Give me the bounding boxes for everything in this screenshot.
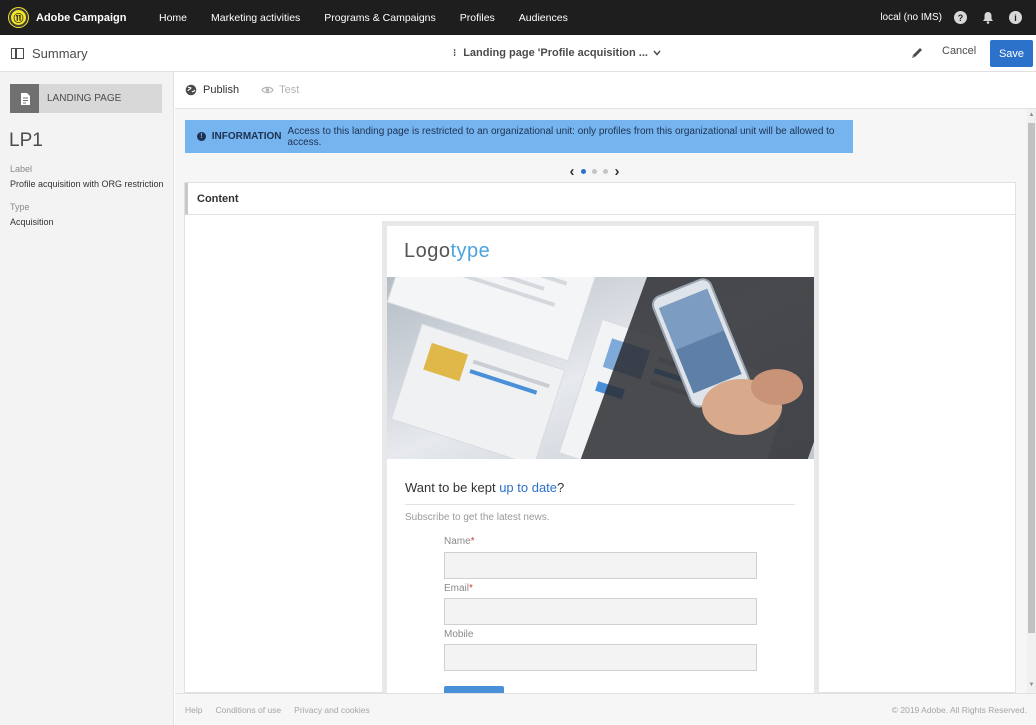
name-field[interactable]: [444, 552, 757, 579]
environment-label[interactable]: local (no IMS): [880, 12, 942, 23]
info-message: Access to this landing page is restricte…: [287, 125, 835, 148]
nav-item-audiences[interactable]: Audiences: [519, 12, 568, 24]
nav-item-marketing-activities[interactable]: Marketing activities: [211, 12, 300, 24]
email-field[interactable]: [444, 598, 757, 625]
test-label: Test: [279, 84, 300, 96]
heading-end: ?: [557, 480, 565, 495]
name-label-text: Name: [444, 536, 471, 547]
summary-toggle[interactable]: Summary: [11, 46, 88, 61]
mobile-label-text: Mobile: [444, 629, 474, 640]
globe-icon: [185, 84, 197, 96]
user-avatar-icon[interactable]: i: [1009, 11, 1022, 24]
info-title: INFORMATION: [211, 131, 282, 142]
page-header: Summary ⁝ Landing page 'Profile acquisit…: [0, 35, 1036, 72]
type-label: LANDING PAGE: [47, 93, 122, 104]
eye-icon: [261, 84, 274, 96]
preview-canvas: Logotype Want to be kept up to date? Sub…: [387, 226, 814, 693]
email-field-label: Email*: [444, 583, 473, 594]
hero-image: [387, 277, 814, 459]
page-title[interactable]: ⁝ Landing page 'Profile acquisition ...: [453, 47, 661, 59]
notifications-bell-icon[interactable]: [981, 11, 995, 25]
panel-icon: [11, 47, 24, 59]
landing-page-type-badge: LANDING PAGE: [10, 84, 162, 113]
test-button[interactable]: Test: [261, 84, 299, 96]
brand-name: Adobe Campaign: [36, 11, 127, 24]
pager-dot-1[interactable]: [581, 169, 586, 174]
pager-dot-2[interactable]: [592, 169, 597, 174]
help-icon[interactable]: ?: [954, 11, 967, 24]
information-banner: ! INFORMATION Access to this landing pag…: [185, 120, 853, 153]
page-title-text: Landing page 'Profile acquisition ...: [463, 47, 648, 59]
logo-accent: type: [450, 240, 491, 262]
top-navigation: ⑪ Adobe Campaign Home Marketing activiti…: [0, 0, 1036, 35]
footer-link-conditions[interactable]: Conditions of use: [215, 705, 281, 715]
pager-dot-3[interactable]: [603, 169, 608, 174]
publish-label: Publish: [203, 84, 240, 96]
mobile-field-label: Mobile: [444, 629, 473, 640]
name-field-label: Name*: [444, 536, 475, 547]
footer-link-privacy[interactable]: Privacy and cookies: [294, 705, 370, 715]
nav-item-home[interactable]: Home: [159, 12, 187, 24]
chevron-left-icon[interactable]: ‹: [566, 163, 578, 180]
preview-pager: ‹ ›: [566, 163, 623, 180]
adobe-campaign-logo-icon: ⑪: [9, 8, 28, 27]
submit-button[interactable]: [444, 686, 504, 693]
mobile-field[interactable]: [444, 644, 757, 671]
form-divider: [405, 504, 795, 505]
publish-button[interactable]: Publish: [185, 84, 239, 96]
drag-dots-icon: ⁝: [453, 47, 457, 59]
landing-page-name: LP1: [9, 130, 43, 151]
landing-page-preview[interactable]: Logotype Want to be kept up to date? Sub…: [382, 221, 819, 693]
save-button[interactable]: Save: [990, 40, 1033, 67]
label-caption: Label: [10, 164, 33, 174]
label-value: Profile acquisition with ORG restriction: [10, 179, 164, 189]
form-subtitle: Subscribe to get the latest news.: [405, 512, 550, 523]
nav-item-profiles[interactable]: Profiles: [460, 12, 495, 24]
landing-page-icon: [10, 84, 39, 113]
chevron-right-icon[interactable]: ›: [611, 163, 623, 180]
summary-panel: LANDING PAGE LP1 Label Profile acquisiti…: [0, 72, 174, 725]
required-marker: *: [470, 536, 475, 547]
chevron-down-icon: [653, 48, 661, 58]
main-content: Publish Test ! INFORMATION Access to thi…: [175, 72, 1036, 693]
footer: Help Conditions of use Privacy and cooki…: [175, 693, 1036, 725]
required-marker: *: [469, 583, 473, 594]
action-toolbar: Publish Test: [175, 72, 1036, 109]
logo-main: Logo: [404, 240, 451, 262]
type-value: Acquisition: [10, 217, 54, 227]
heading-accent: up to date: [499, 480, 558, 495]
heading-main: Want to be kept: [405, 480, 500, 495]
form-heading: Want to be kept up to date?: [405, 480, 564, 495]
cancel-button[interactable]: Cancel: [942, 45, 976, 57]
type-caption: Type: [10, 202, 30, 212]
vertical-scrollbar[interactable]: ▲ ▼: [1027, 109, 1036, 693]
summary-label: Summary: [32, 45, 88, 61]
footer-link-help[interactable]: Help: [185, 705, 202, 715]
edit-pencil-icon[interactable]: [910, 46, 926, 62]
logotype: Logotype: [404, 240, 490, 263]
email-label-text: Email: [444, 583, 470, 594]
scrollbar-thumb[interactable]: [1028, 123, 1035, 633]
content-section-title: Content: [185, 183, 1015, 215]
scroll-down-arrow-icon[interactable]: ▼: [1027, 681, 1036, 690]
scroll-up-arrow-icon[interactable]: ▲: [1027, 111, 1036, 120]
info-icon: !: [197, 132, 206, 141]
copyright: © 2019 Adobe. All Rights Reserved.: [891, 704, 1027, 715]
brand[interactable]: ⑪ Adobe Campaign: [9, 8, 159, 27]
nav-item-programs-campaigns[interactable]: Programs & Campaigns: [324, 12, 435, 24]
